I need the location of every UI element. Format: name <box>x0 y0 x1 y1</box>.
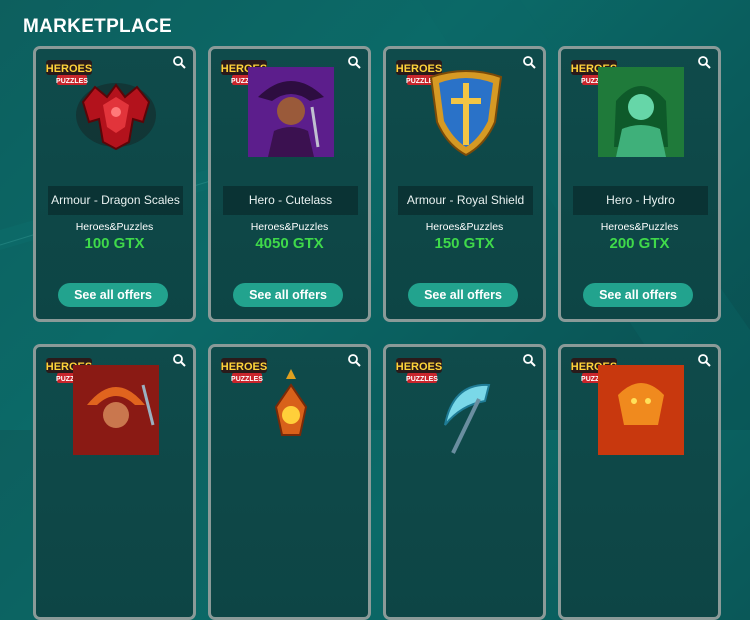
item-name: Armour - Royal Shield <box>398 186 533 215</box>
see-all-offers-button[interactable]: See all offers <box>583 283 693 307</box>
item-name: Hero - Cutelass <box>223 186 358 215</box>
item-publisher: Heroes&Puzzles <box>600 221 679 233</box>
zoom-icon[interactable] <box>172 353 186 367</box>
item-price: 200 GTX <box>609 235 670 252</box>
item-card[interactable]: HEROES PUZZLES Armour - Royal Shield Her… <box>383 46 546 322</box>
item-price: 150 GTX <box>434 235 495 252</box>
zoom-icon[interactable] <box>697 55 711 69</box>
item-publisher: Heroes&Puzzles <box>250 221 329 233</box>
see-all-offers-button[interactable]: See all offers <box>58 283 168 307</box>
item-card[interactable]: HEROES PUZZLES <box>383 344 546 620</box>
item-card[interactable]: HEROES PUZZLES <box>208 344 371 620</box>
item-publisher: Heroes&Puzzles <box>425 221 504 233</box>
item-price: 4050 GTX <box>255 235 324 252</box>
hero-cutelass-portrait <box>248 67 334 157</box>
hero-fire-dragon-portrait <box>598 365 684 455</box>
royal-shield-icon <box>429 70 503 157</box>
item-name: Armour - Dragon Scales <box>48 186 183 215</box>
item-card[interactable]: HEROES PUZZLES <box>33 344 196 620</box>
fire-amulet-icon <box>274 369 308 436</box>
zoom-icon[interactable] <box>347 353 361 367</box>
see-all-offers-button[interactable]: See all offers <box>408 283 518 307</box>
zoom-icon[interactable] <box>347 55 361 69</box>
item-publisher: Heroes&Puzzles <box>75 221 154 233</box>
hero-hydro-portrait <box>598 67 684 157</box>
item-card[interactable]: HEROES PUZZLES Armour - Dragon Scales He… <box>33 46 196 322</box>
see-all-offers-button[interactable]: See all offers <box>233 283 343 307</box>
zoom-icon[interactable] <box>697 353 711 367</box>
item-card[interactable]: HEROES PUZZLES Hero - Hydro Heroes&Puzzl… <box>558 46 721 322</box>
zoom-icon[interactable] <box>172 55 186 69</box>
zoom-icon[interactable] <box>522 55 536 69</box>
item-name: Hero - Hydro <box>573 186 708 215</box>
ice-scythe-icon <box>444 383 491 454</box>
zoom-icon[interactable] <box>522 353 536 367</box>
dragon-scales-armour-icon <box>76 83 156 151</box>
hero-red-warrior-portrait <box>73 365 159 455</box>
page-title: MARKETPLACE <box>23 16 172 37</box>
item-card[interactable]: HEROES PUZZLES Hero - Cutelass Heroes&Pu… <box>208 46 371 322</box>
marketplace-grid: HEROES PUZZLES Armour - Dragon Scales He… <box>33 46 733 620</box>
item-card[interactable]: HEROES PUZZLES <box>558 344 721 620</box>
item-price: 100 GTX <box>84 235 145 252</box>
